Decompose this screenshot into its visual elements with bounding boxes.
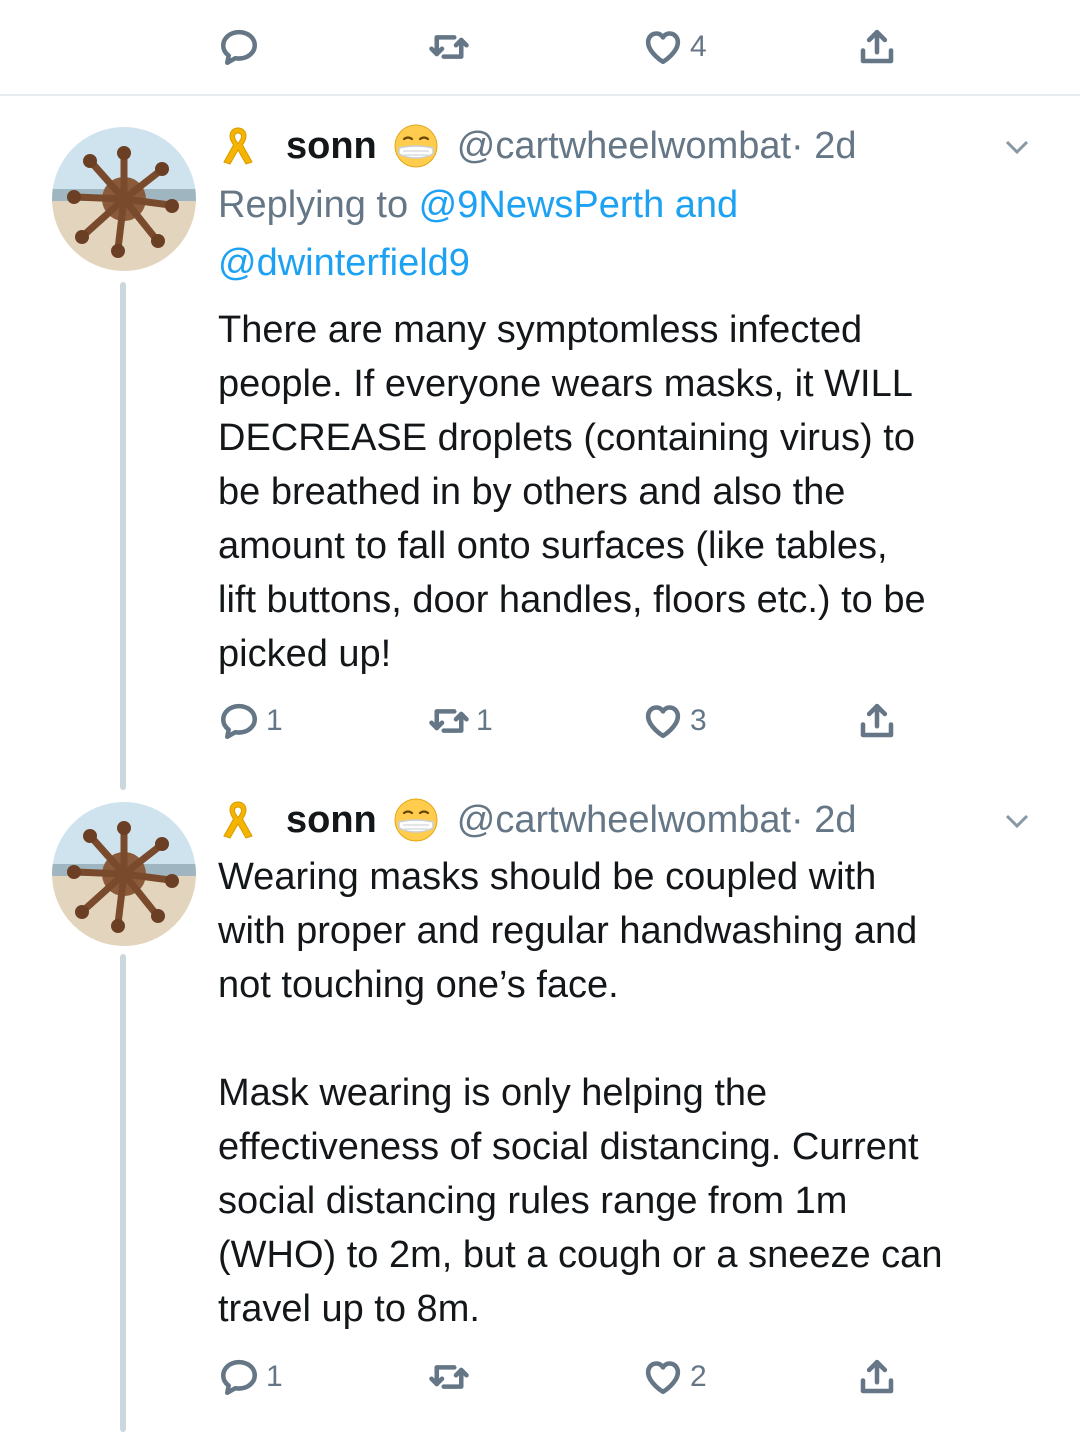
reply-button[interactable]: 1 — [218, 1356, 283, 1398]
reply-icon — [218, 700, 260, 742]
like-button[interactable]: 4 — [642, 26, 707, 68]
reply-icon — [218, 26, 260, 68]
tweet[interactable]: sonn @cartwheelwombat · 2d Wearing masks… — [0, 790, 1080, 1451]
like-button[interactable]: 3 — [642, 700, 707, 742]
tweet[interactable]: sonn @cartwheelwombat · 2d Replying to @… — [0, 100, 1080, 790]
retweet-button[interactable]: 1 — [428, 700, 493, 742]
retweet-icon — [428, 1356, 470, 1398]
reply-target-link[interactable]: @dwinterfield9 — [218, 234, 1038, 292]
yellow-ribbon-icon — [218, 796, 258, 844]
like-button[interactable]: 2 — [642, 1356, 707, 1398]
share-button[interactable] — [856, 1356, 898, 1398]
reply-count: 1 — [266, 1360, 283, 1393]
share-icon — [856, 1356, 898, 1398]
thread-line — [120, 954, 126, 1432]
thread-line — [120, 282, 126, 790]
tweet-text: There are many symptomless infected peop… — [218, 309, 926, 675]
retweet-count: 1 — [476, 704, 493, 737]
share-icon — [856, 26, 898, 68]
like-count: 4 — [690, 30, 707, 63]
previous-tweet-actions: 4 — [0, 0, 1080, 96]
like-count: 3 — [690, 704, 707, 737]
medical-mask-emoji-icon — [393, 123, 439, 169]
share-button[interactable] — [856, 26, 898, 68]
yellow-ribbon-icon — [218, 122, 258, 170]
user-handle[interactable]: @cartwheelwombat — [457, 799, 791, 842]
share-icon — [856, 700, 898, 742]
reply-button[interactable]: 1 — [218, 700, 283, 742]
chevron-down-icon[interactable] — [1002, 132, 1032, 162]
share-button[interactable] — [856, 700, 898, 742]
like-count: 2 — [690, 1360, 707, 1393]
tweet-header: sonn @cartwheelwombat · 2d — [218, 796, 857, 844]
tweet-text: Wearing masks should be coupled with wit… — [218, 856, 943, 1330]
retweet-button[interactable] — [428, 1356, 476, 1398]
display-name[interactable]: sonn — [286, 799, 377, 842]
chevron-down-icon[interactable] — [1002, 806, 1032, 836]
reply-count: 1 — [266, 704, 283, 737]
avatar[interactable] — [52, 802, 196, 946]
tweet-time: · 2d — [791, 124, 857, 167]
heart-icon — [642, 700, 684, 742]
reply-target-link[interactable]: @9NewsPerth and — [419, 184, 739, 226]
tweet-header: sonn @cartwheelwombat · 2d — [218, 122, 857, 170]
replying-to: Replying to @9NewsPerth and @dwinterfiel… — [218, 176, 1038, 292]
heart-icon — [642, 1356, 684, 1398]
reply-button[interactable] — [218, 26, 266, 68]
retweet-button[interactable] — [428, 26, 476, 68]
avatar[interactable] — [52, 127, 196, 271]
retweet-icon — [428, 700, 470, 742]
display-name[interactable]: sonn — [286, 125, 377, 168]
reply-icon — [218, 1356, 260, 1398]
user-handle[interactable]: @cartwheelwombat — [457, 125, 791, 168]
replying-to-label: Replying to — [218, 184, 419, 226]
heart-icon — [642, 26, 684, 68]
tweet-time: · 2d — [791, 798, 857, 841]
medical-mask-emoji-icon — [393, 797, 439, 843]
retweet-icon — [428, 26, 470, 68]
